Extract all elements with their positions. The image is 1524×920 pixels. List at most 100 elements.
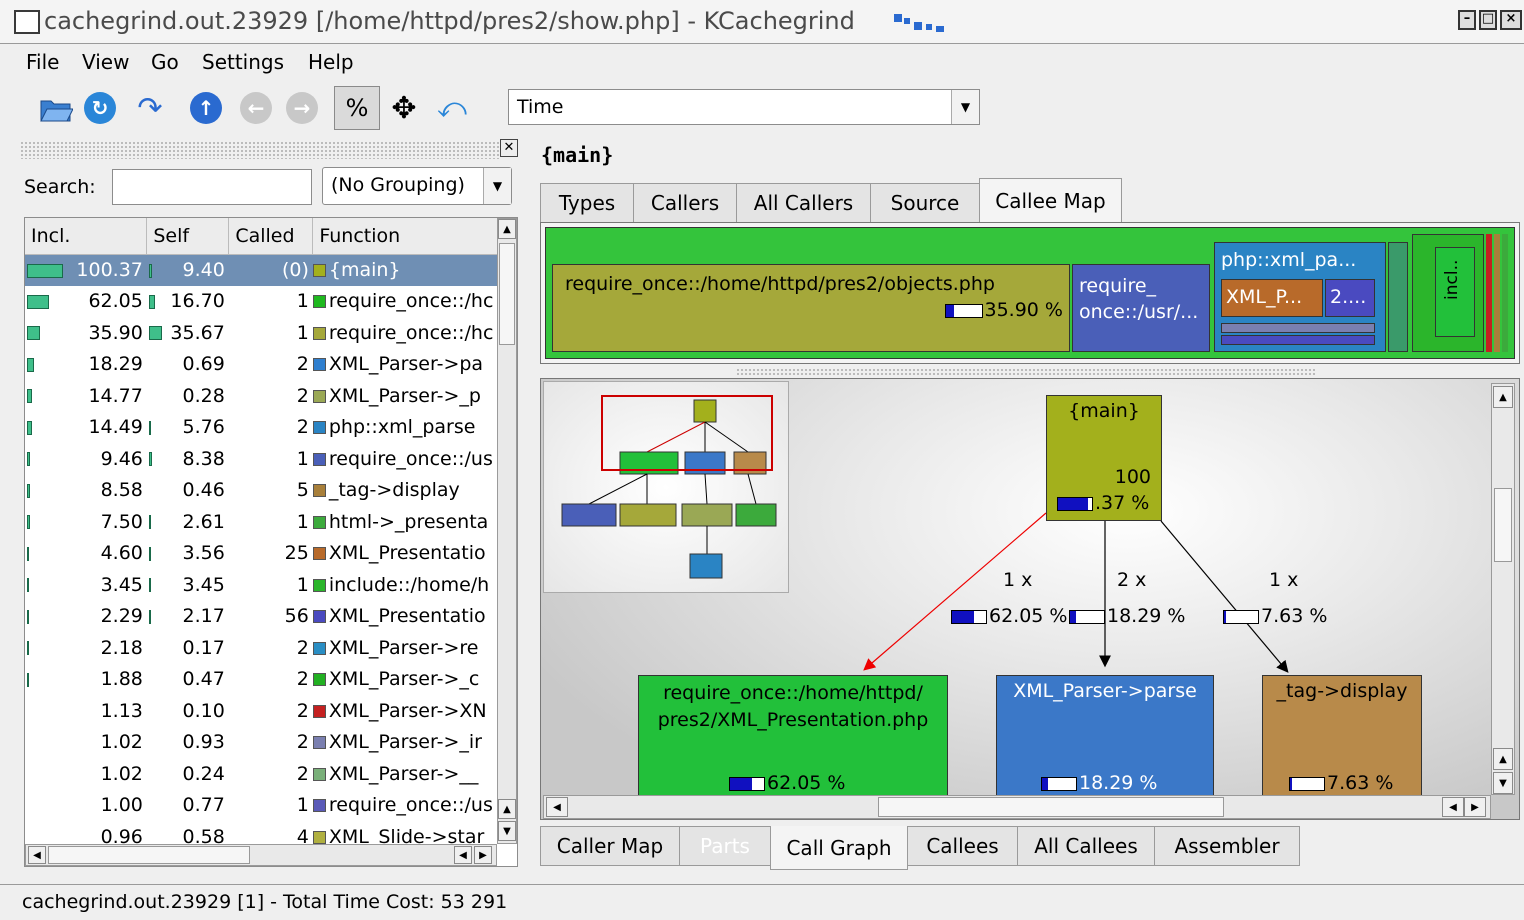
scroll-up-icon[interactable]: ▲: [1493, 386, 1513, 408]
graph-node-main[interactable]: {main} 100 .37 %: [1046, 395, 1162, 521]
cell-incl: 4.60: [100, 542, 143, 565]
event-type-select[interactable]: Time ▼: [508, 89, 980, 125]
open-folder-icon[interactable]: [36, 86, 76, 130]
scroll-down-icon[interactable]: ▼: [1493, 772, 1513, 794]
splitter-handle[interactable]: [736, 368, 1316, 376]
map-block-small[interactable]: [1388, 242, 1408, 352]
scroll-left-icon[interactable]: ◀: [546, 797, 568, 817]
up-icon[interactable]: ↑: [186, 86, 226, 130]
column-header-incl[interactable]: Incl.: [25, 218, 148, 255]
map-block-xml-parse[interactable]: php::xml_pa... XML_P... 2....: [1214, 242, 1386, 352]
reload-icon[interactable]: ↻: [80, 86, 120, 130]
scroll-left-icon[interactable]: ◀: [28, 846, 46, 864]
graph-node-tag-display[interactable]: _tag->display 7.63 %: [1262, 675, 1422, 815]
graph-node-xml-parser[interactable]: XML_Parser->parse 18.29 %: [996, 675, 1214, 815]
table-row[interactable]: 35.90 35.67 1 require_once::/hc: [25, 317, 513, 349]
tab-source[interactable]: Source: [870, 183, 980, 223]
horizontal-scrollbar[interactable]: ◀ ◀ ▶: [543, 795, 1491, 819]
tab-assembler[interactable]: Assembler: [1154, 826, 1300, 866]
map-block-include[interactable]: incl..: [1412, 234, 1484, 352]
tab-types[interactable]: Types: [540, 183, 634, 223]
table-row[interactable]: 18.29 0.69 2 XML_Parser->pa: [25, 349, 513, 381]
app-logo-icon: [892, 12, 948, 34]
menu-settings[interactable]: Settings: [202, 50, 284, 74]
vertical-scrollbar[interactable]: ▲ ▲ ▼: [1491, 383, 1515, 795]
horizontal-scrollbar[interactable]: ◀ ◀ ▶: [25, 844, 497, 866]
map-block-xml-p[interactable]: XML_P...: [1221, 279, 1323, 317]
scroll-left-icon[interactable]: ◀: [454, 846, 472, 864]
table-row[interactable]: 9.46 8.38 1 require_once::/us: [25, 443, 513, 475]
tab-callee-map[interactable]: Callee Map: [979, 178, 1122, 223]
grouping-select[interactable]: (No Grouping) ▼: [322, 167, 512, 205]
search-input[interactable]: [112, 169, 312, 205]
cell-called: 2: [296, 636, 309, 659]
table-row[interactable]: 8.58 0.46 5 _tag->display: [25, 475, 513, 507]
table-row[interactable]: 1.00 0.77 1 require_once::/us: [25, 790, 513, 822]
event-type-value: Time: [517, 96, 564, 118]
cycle-icon[interactable]: ⤺: [432, 86, 472, 130]
scrollbar-thumb[interactable]: [48, 846, 250, 864]
tab-all-callers[interactable]: All Callers: [736, 183, 871, 223]
back-icon[interactable]: ←: [236, 86, 276, 130]
function-color-swatch: [312, 736, 326, 750]
scroll-left-icon[interactable]: ◀: [1442, 797, 1464, 817]
scrollbar-thumb[interactable]: [499, 243, 515, 345]
redo-arrow-icon[interactable]: ↷: [130, 86, 170, 130]
minimize-icon[interactable]: –: [1458, 10, 1476, 30]
table-row[interactable]: 100.37 9.40 (0) {main}: [25, 254, 513, 286]
table-row[interactable]: 3.45 3.45 1 include::/home/h: [25, 569, 513, 601]
column-header-called[interactable]: Called: [228, 218, 314, 255]
tab-all-callees[interactable]: All Callees: [1017, 826, 1155, 866]
table-row[interactable]: 4.60 3.56 25 XML_Presentatio: [25, 538, 513, 570]
self-cost-bar: [148, 578, 151, 593]
map-block-usr[interactable]: require_ once::/usr/...: [1072, 264, 1210, 352]
scrollbar-thumb[interactable]: [1494, 488, 1512, 562]
column-header-function[interactable]: Function: [312, 218, 513, 255]
table-row[interactable]: 1.02 0.24 2 XML_Parser->__: [25, 758, 513, 790]
table-row[interactable]: 2.18 0.17 2 XML_Parser->re: [25, 632, 513, 664]
function-color-swatch: [312, 515, 326, 529]
close-icon[interactable]: ✕: [500, 139, 518, 157]
map-block-objects[interactable]: require_once::/home/httpd/pres2/objects.…: [552, 264, 1070, 352]
scroll-up-icon[interactable]: ▲: [1493, 748, 1513, 770]
tab-callers[interactable]: Callers: [633, 183, 737, 223]
move-icon[interactable]: ✥: [384, 86, 424, 130]
table-row[interactable]: 7.50 2.61 1 html->_presenta: [25, 506, 513, 538]
column-header-self[interactable]: Self: [146, 218, 230, 255]
percent-toggle-button[interactable]: %: [334, 86, 380, 130]
cell-self: 0.24: [182, 762, 225, 785]
close-icon[interactable]: ×: [1500, 10, 1522, 30]
table-row[interactable]: 1.13 0.10 2 XML_Parser->XN: [25, 695, 513, 727]
table-row[interactable]: 14.49 5.76 2 php::xml_parse: [25, 412, 513, 444]
tab-call-graph[interactable]: Call Graph: [770, 826, 908, 870]
table-row[interactable]: 62.05 16.70 1 require_once::/hc: [25, 286, 513, 318]
cell-self: 0.47: [182, 668, 225, 691]
menu-help[interactable]: Help: [308, 50, 354, 74]
table-row[interactable]: 14.77 0.28 2 XML_Parser->_p: [25, 380, 513, 412]
scroll-right-icon[interactable]: ▶: [1464, 797, 1486, 817]
scroll-down-icon[interactable]: ▼: [498, 821, 516, 841]
table-row[interactable]: 1.88 0.47 2 XML_Parser->_c: [25, 664, 513, 696]
scroll-up-icon[interactable]: ▲: [498, 219, 516, 239]
table-row[interactable]: 2.29 2.17 56 XML_Presentatio: [25, 601, 513, 633]
menu-file[interactable]: File: [26, 50, 59, 74]
window-menu-icon[interactable]: [14, 10, 40, 34]
forward-icon[interactable]: →: [282, 86, 322, 130]
map-block-main[interactable]: require_once::/home/httpd/pres2/objects.…: [545, 227, 1515, 359]
scroll-right-icon[interactable]: ▶: [474, 846, 492, 864]
tab-caller-map[interactable]: Caller Map: [540, 826, 680, 866]
edge-count-2: 2 x: [1117, 569, 1147, 591]
cell-called: 2: [296, 762, 309, 785]
vertical-scrollbar[interactable]: ▲ ▲ ▼: [497, 218, 517, 844]
node-label: {main}: [1068, 400, 1140, 422]
scroll-up-icon[interactable]: ▲: [498, 799, 516, 819]
scrollbar-thumb[interactable]: [878, 797, 1224, 817]
menu-view[interactable]: View: [82, 50, 129, 74]
graph-node-presentation[interactable]: require_once::/home/httpd/ pres2/XML_Pre…: [638, 675, 948, 815]
dock-handle[interactable]: [20, 141, 500, 159]
table-row[interactable]: 1.02 0.93 2 XML_Parser->_ir: [25, 727, 513, 759]
map-block-2[interactable]: 2....: [1325, 279, 1375, 317]
maximize-icon[interactable]: □: [1479, 10, 1497, 30]
tab-callees[interactable]: Callees: [907, 826, 1018, 866]
menu-go[interactable]: Go: [151, 50, 179, 74]
